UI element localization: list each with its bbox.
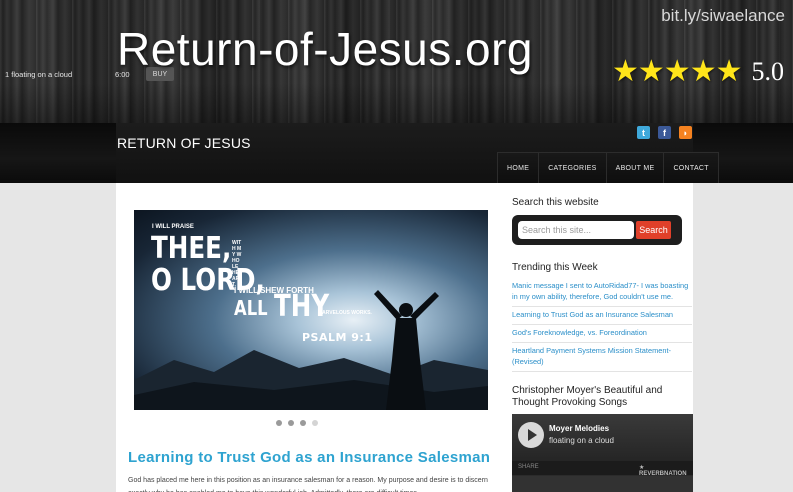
track-row[interactable] bbox=[512, 476, 693, 492]
rating: ★★★★★ 5.0 bbox=[612, 54, 784, 89]
twitter-icon[interactable]: t bbox=[637, 126, 650, 139]
verse-line-6: ALL bbox=[234, 296, 268, 320]
rss-icon[interactable]: ◗ bbox=[679, 126, 692, 139]
verse-line-2: THEE, bbox=[151, 231, 232, 266]
verse-line-8: MARVELOUS WORKS. bbox=[318, 310, 372, 316]
nav-home[interactable]: HOME bbox=[498, 153, 540, 183]
post-excerpt: God has placed me here in this position … bbox=[128, 477, 488, 492]
trending-title: Trending this Week bbox=[512, 262, 598, 273]
verse-line-4: WITH MY WHOLE HEART, bbox=[232, 240, 242, 288]
play-icon[interactable] bbox=[518, 422, 544, 448]
trending-link[interactable]: Learning to Trust God as an Insurance Sa… bbox=[512, 307, 692, 325]
slider-dot-1[interactable] bbox=[276, 420, 282, 426]
verse-line-7: THY bbox=[274, 289, 330, 324]
slider-dot-2[interactable] bbox=[288, 420, 294, 426]
site-brand[interactable]: RETURN OF JESUS bbox=[117, 135, 251, 151]
post-title[interactable]: Learning to Trust God as an Insurance Sa… bbox=[128, 449, 490, 466]
nav-contact[interactable]: CONTACT bbox=[664, 153, 717, 183]
songs-widget-title: Christopher Moyer's Beautiful and Though… bbox=[512, 385, 663, 408]
facebook-icon[interactable]: f bbox=[658, 126, 671, 139]
nav-about-me[interactable]: ABOUT ME bbox=[607, 153, 665, 183]
banner-title: Return-of-Jesus.org bbox=[117, 23, 533, 75]
track-name[interactable]: 1 floating on a cloud bbox=[5, 70, 72, 79]
search-button[interactable]: Search bbox=[636, 221, 671, 239]
social-links: t f ◗ bbox=[637, 126, 692, 139]
featured-slider-image[interactable]: I WILL PRAISE THEE, O LORD, WITH MY WHOL… bbox=[134, 210, 488, 410]
short-link: bit.ly/siwaelance bbox=[661, 6, 785, 25]
star-rating-icon: ★★★★★ bbox=[612, 55, 742, 88]
player-artist[interactable]: Moyer Melodies bbox=[549, 424, 609, 433]
rating-value: 5.0 bbox=[751, 56, 785, 86]
share-link[interactable]: SHARE bbox=[518, 464, 539, 470]
nav-categories[interactable]: CATEGORIES bbox=[539, 153, 607, 183]
verse-line-1: I WILL PRAISE bbox=[152, 224, 194, 230]
trending-link[interactable]: Manic message I sent to AutoRidad77- I w… bbox=[512, 278, 692, 307]
player-subtitle: floating on a cloud bbox=[549, 436, 614, 445]
search-widget-title: Search this website bbox=[512, 197, 599, 208]
music-player: Moyer Melodies floating on a cloud SHARE… bbox=[512, 414, 693, 492]
trending-link[interactable]: Heartland Payment Systems Mission Statem… bbox=[512, 343, 692, 372]
main-nav: HOME CATEGORIES ABOUT ME CONTACT bbox=[497, 152, 719, 183]
trending-link[interactable]: God's Foreknowledge, vs. Foreordination bbox=[512, 325, 692, 343]
slider-dots bbox=[276, 420, 318, 426]
verse-reference: PSALM 9:1 bbox=[302, 331, 373, 344]
trending-list: Manic message I sent to AutoRidad77- I w… bbox=[512, 278, 692, 372]
search-input[interactable] bbox=[518, 221, 634, 239]
slider-dot-3[interactable] bbox=[300, 420, 306, 426]
slider-dot-4[interactable] bbox=[312, 420, 318, 426]
